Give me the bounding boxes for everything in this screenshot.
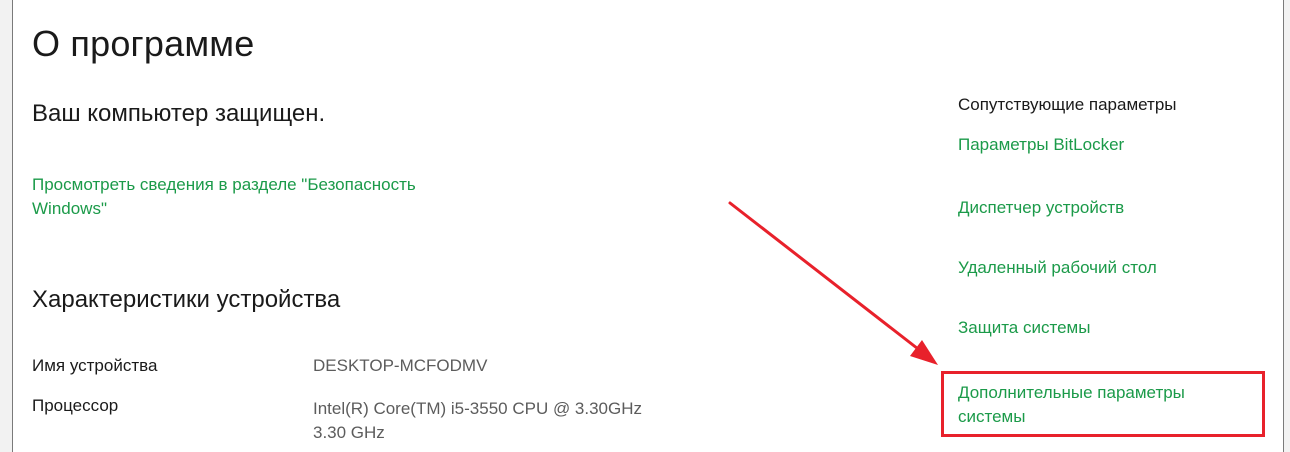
remote-desktop-link[interactable]: Удаленный рабочий стол: [958, 256, 1157, 280]
page-title: О программе: [32, 23, 255, 64]
processor-value-line1: Intel(R) Core(TM) i5-3550 CPU @ 3.30GHz: [313, 399, 643, 418]
related-settings-heading: Сопутствующие параметры: [958, 95, 1177, 114]
windows-security-link-line2: Windows": [32, 199, 107, 218]
processor-value: Intel(R) Core(TM) i5-3550 CPU @ 3.30GHz …: [313, 397, 753, 445]
processor-label: Процессор: [32, 396, 119, 415]
system-protection-link[interactable]: Защита системы: [958, 316, 1090, 340]
processor-value-line2: 3.30 GHz: [313, 423, 385, 442]
windows-security-link-line1: Просмотреть сведения в разделе "Безопасн…: [32, 175, 416, 194]
windows-security-link[interactable]: Просмотреть сведения в разделе "Безопасн…: [32, 173, 552, 221]
device-name-label: Имя устройства: [32, 356, 158, 375]
protection-status: Ваш компьютер защищен.: [32, 100, 326, 127]
highlight-box: [941, 371, 1265, 437]
device-name-value: DESKTOP-MCFODMV: [313, 356, 488, 375]
device-manager-link[interactable]: Диспетчер устройств: [958, 196, 1124, 220]
bitlocker-settings-link[interactable]: Параметры BitLocker: [958, 133, 1124, 157]
device-specs-heading: Характеристики устройства: [32, 286, 341, 313]
